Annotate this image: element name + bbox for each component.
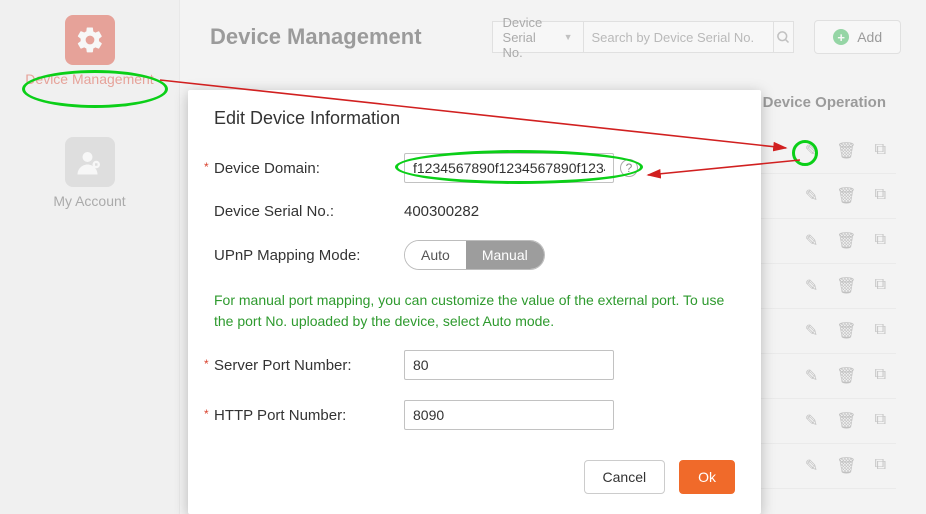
form-row-server-port: Server Port Number:: [214, 350, 735, 380]
modal-footer: Cancel Ok: [214, 460, 735, 494]
http-port-input[interactable]: [404, 400, 614, 430]
upnp-auto-option[interactable]: Auto: [405, 241, 466, 269]
device-domain-label: Device Domain:: [214, 160, 404, 177]
http-port-label: HTTP Port Number:: [214, 407, 404, 424]
cancel-button[interactable]: Cancel: [584, 460, 666, 494]
upnp-label: UPnP Mapping Mode:: [214, 247, 404, 264]
server-port-input[interactable]: [404, 350, 614, 380]
modal-title: Edit Device Information: [214, 108, 735, 129]
form-row-serial: Device Serial No.: 400300282: [214, 203, 735, 220]
form-row-domain: Device Domain: ?: [214, 153, 735, 183]
form-row-upnp: UPnP Mapping Mode: Auto Manual: [214, 240, 735, 270]
upnp-manual-option[interactable]: Manual: [466, 241, 544, 269]
server-port-label: Server Port Number:: [214, 357, 404, 374]
upnp-hint-text: For manual port mapping, you can customi…: [214, 290, 735, 332]
upnp-toggle[interactable]: Auto Manual: [404, 240, 545, 270]
help-icon[interactable]: ?: [620, 159, 638, 177]
device-domain-input[interactable]: [404, 153, 614, 183]
ok-button[interactable]: Ok: [679, 460, 735, 494]
edit-device-modal: Edit Device Information Device Domain: ?…: [188, 90, 761, 514]
device-serial-value: 400300282: [404, 203, 479, 220]
device-serial-label: Device Serial No.:: [214, 203, 404, 220]
form-row-http-port: HTTP Port Number:: [214, 400, 735, 430]
